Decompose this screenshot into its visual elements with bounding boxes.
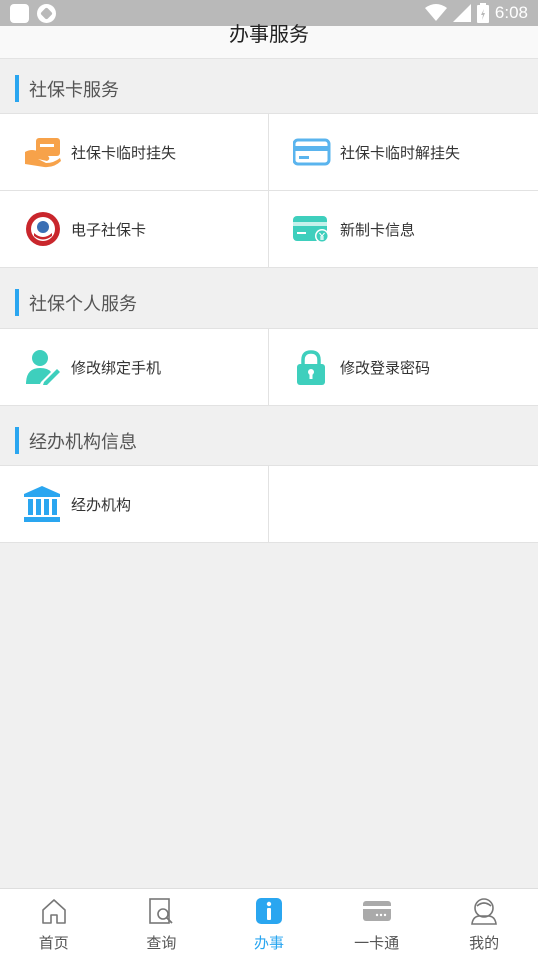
service-item-e-card[interactable]: 电子社保卡 xyxy=(0,191,269,267)
service-item-label: 经办机构 xyxy=(71,496,132,514)
grid-row: 电子社保卡 新制卡信息 xyxy=(0,191,538,268)
empty-cell xyxy=(269,466,538,542)
service-item-cancel-loss[interactable]: 社保卡临时解挂失 xyxy=(269,114,538,190)
tab-services[interactable]: 办事 xyxy=(215,889,323,956)
tab-label: 我的 xyxy=(469,934,500,952)
section-accent-bar xyxy=(15,427,19,454)
service-item-label: 新制卡信息 xyxy=(340,221,416,239)
page-title: 办事服务 xyxy=(229,22,309,46)
section-title: 社保卡服务 xyxy=(29,80,119,101)
grid-row: 社保卡临时挂失 社保卡临时解挂失 xyxy=(0,114,538,191)
user-edit-icon xyxy=(26,350,60,385)
service-item-new-card-info[interactable]: 新制卡信息 xyxy=(269,191,538,267)
service-item-agency[interactable]: 经办机构 xyxy=(0,466,269,542)
service-item-change-phone[interactable]: 修改绑定手机 xyxy=(0,329,269,405)
bottom-tab-bar: 首页 查询 办事 一卡通 我的 xyxy=(0,888,538,956)
service-item-label: 电子社保卡 xyxy=(71,221,147,239)
bank-building-icon xyxy=(24,486,60,522)
grid-row: 修改绑定手机 修改登录密码 xyxy=(0,329,538,406)
page-header: 办事服务 xyxy=(0,22,538,59)
tab-label: 查询 xyxy=(146,934,177,952)
tab-mine[interactable]: 我的 xyxy=(430,889,538,956)
grid-row: 经办机构 xyxy=(0,466,538,543)
home-icon xyxy=(41,899,66,924)
tab-label: 首页 xyxy=(38,934,69,952)
personal-service-grid: 修改绑定手机 修改登录密码 xyxy=(0,328,538,406)
tab-label: 办事 xyxy=(253,934,284,952)
hand-card-icon xyxy=(25,138,61,168)
service-item-report-loss[interactable]: 社保卡临时挂失 xyxy=(0,114,269,190)
service-item-label: 修改绑定手机 xyxy=(71,359,162,377)
section-header-personal-service: 社保个人服务 xyxy=(0,274,538,329)
tab-query[interactable]: 查询 xyxy=(108,889,216,956)
lock-icon xyxy=(297,350,325,385)
social-security-badge-icon xyxy=(26,212,60,246)
service-item-label: 社保卡临时挂失 xyxy=(71,144,177,162)
section-header-agency-info: 经办机构信息 xyxy=(0,412,538,467)
service-item-change-password[interactable]: 修改登录密码 xyxy=(269,329,538,405)
card-icon xyxy=(362,901,391,921)
section-accent-bar xyxy=(15,75,19,102)
tab-label: 一卡通 xyxy=(354,934,400,952)
info-icon xyxy=(255,898,282,924)
service-item-label: 修改登录密码 xyxy=(340,359,431,377)
card-yen-icon xyxy=(293,216,329,243)
credit-card-icon xyxy=(293,138,331,166)
search-doc-icon xyxy=(149,898,174,924)
agency-info-grid: 经办机构 xyxy=(0,465,538,543)
section-title: 经办机构信息 xyxy=(29,432,137,453)
service-item-label: 社保卡临时解挂失 xyxy=(340,144,461,162)
tab-one-card[interactable]: 一卡通 xyxy=(323,889,431,956)
section-accent-bar xyxy=(15,289,19,316)
section-header-card-service: 社保卡服务 xyxy=(0,60,538,115)
card-service-grid: 社保卡临时挂失 社保卡临时解挂失 电子社保卡 新制卡信息 xyxy=(0,113,538,268)
tab-home[interactable]: 首页 xyxy=(0,889,108,956)
section-title: 社保个人服务 xyxy=(29,294,137,315)
user-icon xyxy=(471,898,498,925)
